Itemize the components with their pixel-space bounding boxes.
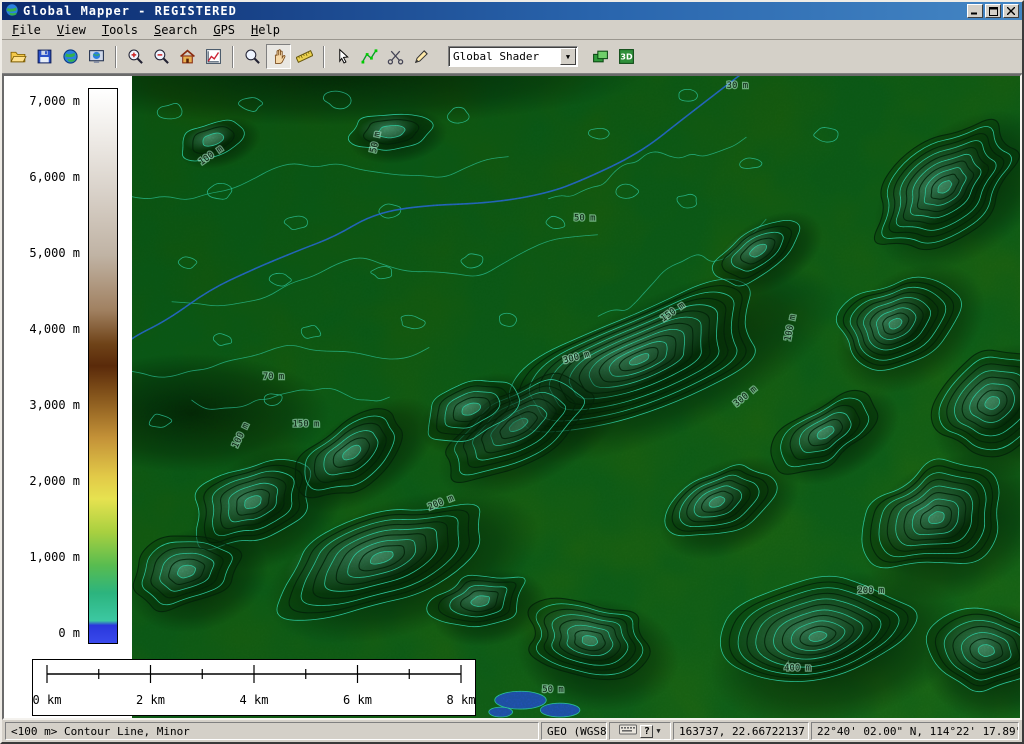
contour-label: 150 m	[293, 420, 320, 430]
menu-view[interactable]: View	[49, 21, 94, 39]
legend-label: 1,000 m	[6, 550, 80, 564]
cube-3d-icon: 3D	[618, 48, 635, 65]
feature-info-tool-button[interactable]	[357, 44, 382, 69]
select-tool-button[interactable]	[331, 44, 356, 69]
contour-label: 50 m	[542, 685, 563, 695]
close-button[interactable]	[1003, 4, 1019, 18]
status-coordinates: 163737, 22.66722137 )	[673, 722, 809, 740]
menubar: FileViewToolsSearchGPSHelp	[2, 20, 1022, 40]
zoom-out-icon	[153, 48, 170, 65]
toolbar-separator	[115, 46, 117, 68]
scissors-icon	[387, 48, 404, 65]
crop-tool-button[interactable]	[383, 44, 408, 69]
contour-label: 50 m	[574, 214, 595, 224]
map-viewport[interactable]: 100 m50 m50 m30 m70 m150 m100 m300 m150 …	[132, 76, 1020, 718]
menu-tools[interactable]: Tools	[94, 21, 146, 39]
svg-text:2 km: 2 km	[136, 693, 165, 707]
toolbar-main-buttons	[6, 44, 434, 69]
pen-icon	[413, 48, 430, 65]
window-title: Global Mapper - REGISTERED	[23, 4, 237, 18]
toolbar-right-buttons: 3D	[588, 44, 639, 69]
chevron-down-icon[interactable]: ▼	[656, 727, 660, 735]
scale-bar-graphic: 0 km 2 km 4 km 6 km 8 km	[33, 660, 475, 715]
magnifier-icon	[244, 48, 261, 65]
hand-icon	[270, 48, 287, 65]
capture-screen-button[interactable]	[84, 44, 109, 69]
full-view-button[interactable]	[175, 44, 200, 69]
contour-label: 30 m	[727, 81, 748, 91]
terrain-map[interactable]: 100 m50 m50 m30 m70 m150 m100 m300 m150 …	[132, 76, 1020, 718]
globe-icon	[62, 48, 79, 65]
elevation-gradient-bar	[88, 88, 118, 644]
menu-search[interactable]: Search	[146, 21, 205, 39]
status-latlon: 22°40' 02.00" N, 114°22' 17.89" E	[811, 722, 1019, 740]
chart-icon	[205, 48, 222, 65]
monitor-icon	[88, 48, 105, 65]
shader-dropdown-value: Global Shader	[449, 50, 559, 63]
home-icon	[179, 48, 196, 65]
layers-icon	[592, 48, 609, 65]
digitizer-tool-button[interactable]	[409, 44, 434, 69]
status-projection: GEO (WGS8	[541, 722, 607, 740]
contour-label: 70 m	[263, 372, 284, 382]
globe-app-icon	[5, 3, 19, 20]
legend-label: 3,000 m	[6, 398, 80, 412]
path-select-icon	[361, 48, 378, 65]
measure-tool-button[interactable]	[292, 44, 317, 69]
elevation-legend: 7,000 m 6,000 m 5,000 m 4,000 m 3,000 m 2,000…	[4, 76, 132, 718]
load-remote-data-button[interactable]	[58, 44, 83, 69]
cursor-icon	[335, 48, 352, 65]
shader-dropdown[interactable]: Global Shader ▼	[448, 46, 578, 67]
contour-label: 400 m	[784, 663, 811, 673]
svg-text:3D: 3D	[620, 53, 633, 62]
zoom-in-icon	[127, 48, 144, 65]
map-workspace: 7,000 m 6,000 m 5,000 m 4,000 m 3,000 m 2,000…	[2, 74, 1022, 720]
help-button[interactable]: ?	[640, 725, 653, 738]
toolbar-separator	[232, 46, 234, 68]
save-workspace-button[interactable]	[32, 44, 57, 69]
toolbar: Global Shader ▼ 3D	[2, 40, 1022, 74]
zoom-in-button[interactable]	[123, 44, 148, 69]
ruler-icon	[296, 48, 313, 65]
legend-label: 5,000 m	[6, 246, 80, 260]
folder-icon	[10, 48, 27, 65]
maximize-button[interactable]	[985, 4, 1001, 18]
window-controls	[967, 4, 1019, 18]
minimize-button[interactable]	[967, 4, 983, 18]
menu-help[interactable]: Help	[243, 21, 288, 39]
overlay-control-center-button[interactable]	[588, 44, 613, 69]
svg-text:0 km: 0 km	[33, 693, 61, 707]
legend-label: 7,000 m	[6, 94, 80, 108]
status-tools: ? ▼	[609, 722, 671, 740]
legend-label: 2,000 m	[6, 474, 80, 488]
contour-label: 200 m	[857, 586, 884, 596]
legend-label: 0 m	[6, 626, 80, 640]
titlebar: Global Mapper - REGISTERED	[2, 2, 1022, 20]
toolbar-separator	[323, 46, 325, 68]
svg-text:8 km: 8 km	[447, 693, 475, 707]
menu-file[interactable]: File	[4, 21, 49, 39]
svg-text:4 km: 4 km	[240, 693, 269, 707]
zoom-to-scale-button[interactable]	[201, 44, 226, 69]
floppy-icon	[36, 48, 53, 65]
zoom-tool-button[interactable]	[240, 44, 265, 69]
app-window: Global Mapper - REGISTERED FileViewTools…	[0, 0, 1024, 744]
view-3d-button[interactable]: 3D	[614, 44, 639, 69]
statusbar: <100 m> Contour Line, Minor GEO (WGS8 ? …	[2, 720, 1022, 742]
status-message: <100 m> Contour Line, Minor	[5, 722, 539, 740]
scale-bar: 0 km 2 km 4 km 6 km 8 km	[32, 659, 476, 716]
chevron-down-icon[interactable]: ▼	[560, 48, 576, 65]
legend-label: 6,000 m	[6, 170, 80, 184]
svg-text:6 km: 6 km	[343, 693, 372, 707]
open-file-button[interactable]	[6, 44, 31, 69]
keyboard-icon[interactable]	[619, 723, 637, 739]
menu-gps[interactable]: GPS	[205, 21, 243, 39]
legend-label: 4,000 m	[6, 322, 80, 336]
zoom-out-button[interactable]	[149, 44, 174, 69]
pan-tool-button[interactable]	[266, 44, 291, 69]
